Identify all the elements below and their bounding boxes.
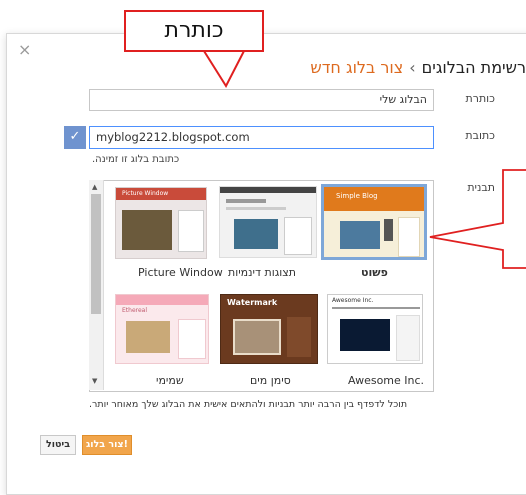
availability-note: כתובת בלוג זו זמינה. xyxy=(92,154,180,165)
thumb-photo xyxy=(234,219,278,249)
address-input[interactable]: myblog2212.blogspot.com xyxy=(89,126,434,149)
template-thumb-dynamic-views[interactable] xyxy=(219,186,317,258)
template-name-simple: פשוט xyxy=(361,266,388,279)
thumb-bottle xyxy=(384,219,393,241)
template-thumb-awesome-inc[interactable]: Awesome Inc. xyxy=(327,294,423,364)
thumb-header: Simple Blog xyxy=(324,187,424,211)
thumb-header-title: Ethereal xyxy=(122,307,148,314)
template-name-dynamic-views: תצוגות דינמיות xyxy=(228,266,297,279)
thumb-header-title: Picture Window xyxy=(122,190,169,197)
template-name-picture-window: Picture Window xyxy=(138,266,223,279)
thumb-header-title: Awesome Inc. xyxy=(332,297,374,304)
template-thumb-ethereal[interactable]: Ethereal xyxy=(115,294,209,364)
template-name-watermark: סימן מים xyxy=(250,374,291,387)
template-name-awesome-inc: Awesome Inc. xyxy=(348,374,425,387)
template-label: תבנית xyxy=(467,181,495,194)
scroll-up-arrow-icon[interactable]: ▲ xyxy=(92,183,97,191)
address-available-check-icon: ✓ xyxy=(64,126,86,149)
create-blog-button[interactable]: צור בלוג! xyxy=(82,435,132,455)
thumb-photo xyxy=(126,321,170,353)
template-hint: תוכל לדפדף בין הרבה יותר תבניות ולהתאים … xyxy=(89,399,408,410)
title-label: כותרת xyxy=(465,92,495,105)
scroll-thumb[interactable] xyxy=(91,194,101,314)
breadcrumb: רשימת הבלוגים › צור בלוג חדש xyxy=(226,58,526,77)
title-callout: כותרת xyxy=(124,10,264,52)
breadcrumb-blog-list-link[interactable]: רשימת הבלוגים xyxy=(422,58,526,77)
template-thumb-watermark[interactable]: Watermark xyxy=(220,294,318,364)
template-name-ethereal: שמימי xyxy=(156,374,184,387)
close-icon[interactable]: × xyxy=(18,42,31,58)
thumb-photo xyxy=(233,319,281,355)
thumb-photo xyxy=(340,319,390,351)
cancel-button[interactable]: ביטול xyxy=(40,435,76,455)
thumb-photo xyxy=(340,221,380,249)
scroll-down-arrow-icon[interactable]: ▼ xyxy=(92,377,97,385)
title-input[interactable]: הבלוג שלי xyxy=(89,89,434,111)
template-gallery-scrollbar[interactable]: ▲ ▼ xyxy=(89,180,104,390)
address-label: כתובת xyxy=(465,129,495,142)
template-thumb-simple[interactable]: Simple Blog xyxy=(321,184,427,260)
breadcrumb-separator: › xyxy=(409,58,416,77)
thumb-photo xyxy=(122,210,172,250)
breadcrumb-current: צור בלוג חדש xyxy=(310,58,404,77)
thumb-header-title: Watermark xyxy=(227,298,278,307)
thumb-header-title: Simple Blog xyxy=(336,192,378,200)
thumb-sidebar xyxy=(398,217,420,257)
template-thumb-picture-window[interactable]: Picture Window xyxy=(115,187,207,259)
